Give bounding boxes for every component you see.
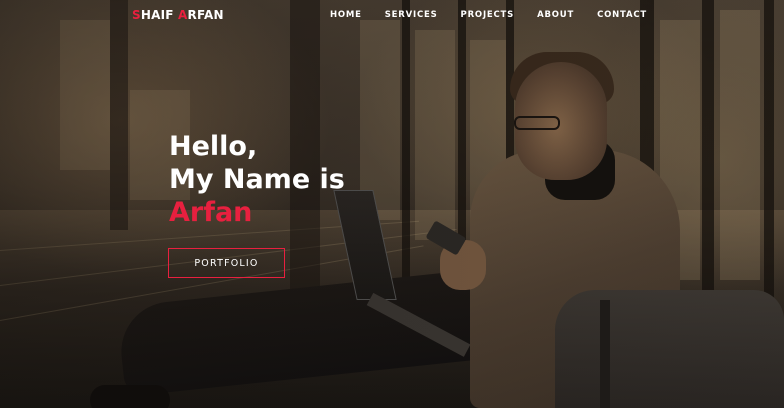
- hero-name: Arfan: [169, 197, 253, 228]
- nav-link-projects[interactable]: PROJECTS: [461, 10, 515, 20]
- brand-logo[interactable]: SHAIF ARFAN: [132, 8, 224, 22]
- nav-link-about[interactable]: ABOUT: [537, 10, 574, 20]
- nav-link-services[interactable]: SERVICES: [385, 10, 438, 20]
- dark-overlay: [0, 0, 784, 408]
- brand-initial-first: S: [132, 8, 141, 22]
- brand-initial-last: A: [178, 8, 188, 22]
- navbar: SHAIF ARFAN HOME SERVICES PROJECTS ABOUT…: [0, 0, 784, 30]
- nav-links: HOME SERVICES PROJECTS ABOUT CONTACT: [307, 10, 647, 20]
- brand-first-name-rest: HAIF: [140, 8, 179, 22]
- hero-greeting: Hello,: [169, 131, 258, 162]
- hero-intro: My Name is: [169, 164, 345, 195]
- nav-link-contact[interactable]: CONTACT: [597, 10, 647, 20]
- portfolio-button[interactable]: PORTFOLIO: [168, 248, 285, 278]
- nav-link-home[interactable]: HOME: [330, 10, 362, 20]
- brand-last-name-rest: RFAN: [187, 8, 224, 22]
- hero-heading: Hello, My Name is Arfan: [169, 130, 345, 229]
